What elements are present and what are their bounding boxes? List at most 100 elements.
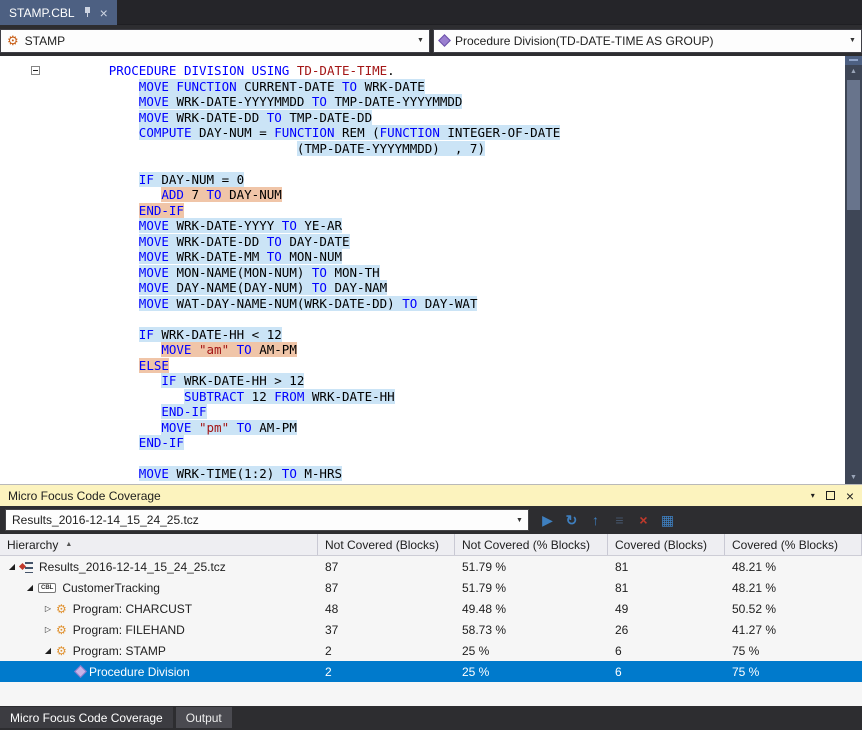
code-line[interactable]: MOVE MON-NAME(MON-NUM) TO MON-TH: [0, 264, 845, 281]
panel-title-bar[interactable]: Micro Focus Code Coverage ▾ ×: [0, 484, 862, 506]
window-position-icon[interactable]: ▾: [811, 491, 815, 500]
code-line[interactable]: END-IF: [0, 435, 845, 451]
hierarchy-cell: ▷ ⚙ Program: CHARCUST: [0, 602, 318, 616]
chevron-down-icon[interactable]: ▼: [412, 37, 429, 44]
code-line[interactable]: SUBTRACT 12 FROM WRK-DATE-HH: [0, 388, 845, 405]
covered-blocks-cell: 81: [615, 580, 629, 595]
close-icon[interactable]: ×: [846, 489, 854, 503]
coverage-toolbar: Results_2016-12-14_15_24_25.tcz ▼ ▶ ↻ ↑ ≡ × ▦: [0, 506, 862, 534]
panel-title: Micro Focus Code Coverage: [8, 488, 161, 503]
code-line[interactable]: END-IF: [0, 202, 845, 219]
results-icon: [20, 561, 33, 573]
code-line[interactable]: END-IF: [0, 404, 845, 420]
code-line[interactable]: IF DAY-NUM = 0: [0, 171, 845, 188]
column-header-4[interactable]: Covered (% Blocks): [725, 534, 862, 555]
refresh-button[interactable]: ↻: [561, 510, 582, 531]
scroll-down-icon[interactable]: ▼: [845, 471, 862, 484]
program-icon: ⚙: [56, 622, 67, 637]
apply-results-button[interactable]: ▶: [537, 510, 558, 531]
tree-expander-icon[interactable]: ◢: [4, 562, 20, 571]
not-covered-blocks-cell: 37: [325, 622, 339, 637]
maximize-icon[interactable]: [825, 491, 835, 500]
code-line[interactable]: PROCEDURE DIVISION USING TD-DATE-TIME.: [0, 63, 845, 79]
code-line[interactable]: [0, 451, 845, 467]
column-header-0[interactable]: Hierarchy ▲: [0, 534, 318, 555]
editor-vertical-scrollbar[interactable]: ▲ ▼: [845, 56, 862, 484]
column-header-3[interactable]: Covered (Blocks): [608, 534, 725, 555]
splitter-grip[interactable]: [845, 56, 862, 65]
close-icon[interactable]: ×: [100, 6, 108, 20]
tree-expander-icon[interactable]: ▷: [40, 625, 56, 634]
covered-blocks-cell: 26: [615, 622, 629, 637]
column-header-2[interactable]: Not Covered (% Blocks): [455, 534, 608, 555]
program-icon: ⚙: [7, 33, 19, 48]
code-line[interactable]: MOVE "am" TO AM-PM: [0, 342, 845, 358]
table-row[interactable]: ▷ ⚙ Program: CHARCUST 48 49.48 % 49 50.52 %: [0, 598, 862, 619]
covered-pct-cell: 41.27 %: [732, 622, 777, 637]
tree-expander-icon[interactable]: ◢: [40, 646, 56, 655]
column-options-button[interactable]: ▦: [657, 510, 678, 531]
delete-results-button[interactable]: ×: [633, 510, 654, 531]
hierarchy-cell: Procedure Division: [0, 665, 318, 679]
covered-blocks-cell: 49: [615, 601, 629, 616]
not-covered-pct-cell: 51.79 %: [462, 580, 507, 595]
code-line[interactable]: COMPUTE DAY-NUM = FUNCTION REM (FUNCTION…: [0, 125, 845, 141]
tree-expander-icon[interactable]: ▷: [40, 604, 56, 613]
go-to-parent-button[interactable]: ↑: [585, 510, 606, 531]
code-line[interactable]: MOVE WRK-DATE-YYYY TO YE-AR: [0, 218, 845, 234]
panel-tab-bar: Micro Focus Code Coverage Output: [0, 706, 862, 730]
not-covered-blocks-cell: 87: [325, 559, 339, 574]
code-line[interactable]: MOVE "pm" TO AM-PM: [0, 419, 845, 436]
code-line[interactable]: IF WRK-DATE-HH > 12: [0, 373, 845, 389]
covered-blocks-cell: 81: [615, 559, 629, 574]
code-line[interactable]: MOVE WRK-DATE-YYYYMMDD TO TMP-DATE-YYYYM…: [0, 94, 845, 110]
table-row[interactable]: Procedure Division 2 25 % 6 75 %: [0, 661, 862, 682]
code-line[interactable]: MOVE WRK-DATE-DD TO DAY-DATE: [0, 233, 845, 250]
coverage-table-body: ◢ Results_2016-12-14_15_24_25.tcz 87 51.79 …: [0, 556, 862, 706]
code-line[interactable]: (TMP-DATE-YYYYMMDD) , 7): [0, 140, 845, 157]
code-line[interactable]: MOVE WAT-DAY-NAME-NUM(WRK-DATE-DD) TO DA…: [0, 295, 845, 312]
results-file-dropdown[interactable]: Results_2016-12-14_15_24_25.tcz ▼: [5, 509, 529, 531]
code-line[interactable]: MOVE WRK-DATE-DD TO TMP-DATE-DD: [0, 109, 845, 126]
covered-pct-cell: 48.21 %: [732, 580, 777, 595]
code-line[interactable]: MOVE FUNCTION CURRENT-DATE TO WRK-DATE: [0, 78, 845, 95]
table-row[interactable]: ◢ CBL CustomerTracking 87 51.79 % 81 48.21 %: [0, 577, 862, 598]
code-coverage-panel: Micro Focus Code Coverage ▾ × Results_20…: [0, 484, 862, 706]
row-label: CustomerTracking: [62, 580, 160, 595]
table-row[interactable]: ▷ ⚙ Program: FILEHAND 37 58.73 % 26 41.27 %: [0, 619, 862, 640]
code-line[interactable]: MOVE DAY-NAME(DAY-NUM) TO DAY-NAM: [0, 280, 845, 296]
table-row[interactable]: ◢ ⚙ Program: STAMP 2 25 % 6 75 %: [0, 640, 862, 661]
panel-title-buttons: ▾ ×: [811, 489, 854, 503]
hierarchy-cell: ◢ ⚙ Program: STAMP: [0, 644, 318, 658]
column-header-1[interactable]: Not Covered (Blocks): [318, 534, 455, 555]
row-label: Procedure Division: [89, 664, 190, 679]
code-line[interactable]: IF WRK-DATE-HH < 12: [0, 326, 845, 343]
code-line[interactable]: ADD 7 TO DAY-NUM: [0, 187, 845, 203]
row-label: Program: FILEHAND: [72, 622, 185, 637]
chevron-down-icon[interactable]: ▼: [511, 517, 528, 524]
covered-blocks-cell: 6: [615, 664, 622, 679]
collapse-all-button[interactable]: ≡: [609, 510, 630, 531]
code-line[interactable]: ELSE: [0, 357, 845, 374]
code-line[interactable]: MOVE WRK-DATE-MM TO MON-NUM: [0, 249, 845, 265]
not-covered-pct-cell: 25 %: [462, 664, 490, 679]
code-line[interactable]: MOVE WRK-TIME(1:2) TO M-HRS: [0, 466, 845, 482]
not-covered-pct-cell: 58.73 %: [462, 622, 507, 637]
tab-stamp-cbl[interactable]: STAMP.CBL ×: [0, 0, 117, 25]
member-dropdown[interactable]: Procedure Division(TD-DATE-TIME AS GROUP…: [433, 28, 862, 53]
panel-tab-micro-focus-code-coverage[interactable]: Micro Focus Code Coverage: [0, 707, 173, 728]
covered-pct-cell: 75 %: [732, 643, 760, 658]
code-line[interactable]: [0, 156, 845, 172]
pin-icon[interactable]: [83, 7, 92, 18]
scrollbar-thumb[interactable]: [847, 80, 860, 210]
scroll-up-icon[interactable]: ▲: [845, 65, 862, 78]
tree-expander-icon[interactable]: ◢: [22, 583, 38, 592]
table-row[interactable]: ◢ Results_2016-12-14_15_24_25.tcz 87 51.79 …: [0, 556, 862, 577]
covered-pct-cell: 75 %: [732, 664, 760, 679]
hierarchy-cell: ◢ Results_2016-12-14_15_24_25.tcz: [0, 560, 318, 574]
code-editor[interactable]: PROCEDURE DIVISION USING TD-DATE-TIME. M…: [0, 56, 862, 484]
chevron-down-icon[interactable]: ▼: [844, 37, 861, 44]
code-line[interactable]: [0, 311, 845, 327]
scope-dropdown[interactable]: ⚙ STAMP ▼: [0, 28, 430, 53]
panel-tab-output[interactable]: Output: [175, 707, 232, 728]
